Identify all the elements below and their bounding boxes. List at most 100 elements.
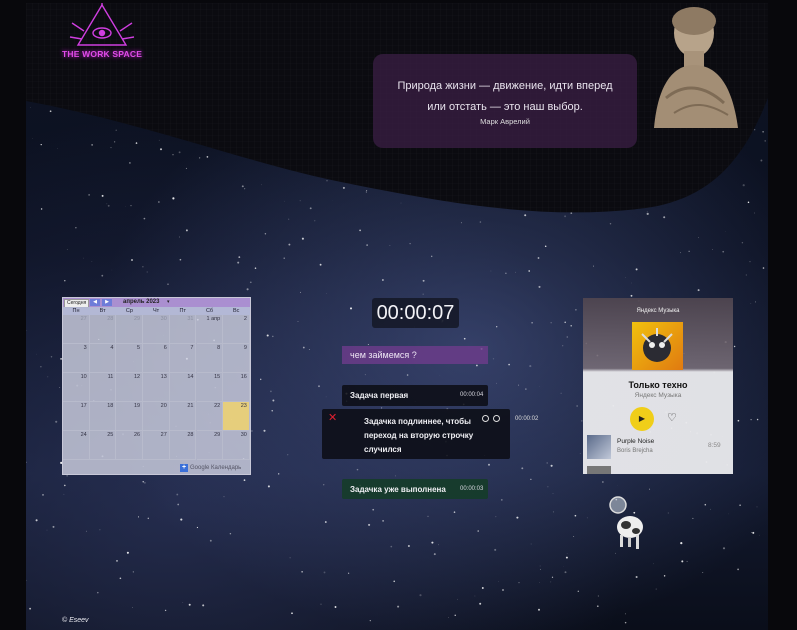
calendar-day-cell[interactable]: 13 <box>143 373 170 402</box>
calendar-day-cell[interactable]: 18 <box>89 402 117 431</box>
new-task-input[interactable] <box>342 346 488 364</box>
delete-task-icon[interactable]: ✕ <box>328 413 337 424</box>
star <box>518 581 520 584</box>
star <box>564 321 566 324</box>
star <box>570 324 572 327</box>
calendar-day-cell[interactable]: 21 <box>169 402 197 431</box>
star <box>756 418 759 421</box>
star <box>756 506 758 508</box>
star <box>574 514 577 517</box>
star <box>505 272 507 274</box>
calendar-day-cell[interactable]: 7 <box>169 344 197 373</box>
calendar-day-cell[interactable]: 30 <box>143 315 170 344</box>
star <box>63 493 65 495</box>
star <box>419 594 422 597</box>
calendar-day-cell[interactable]: 28 <box>169 431 197 460</box>
calendar-day-cell[interactable]: 3 <box>63 344 90 373</box>
clock-icon[interactable] <box>482 415 489 422</box>
calendar-day-cell[interactable]: 22 <box>196 402 224 431</box>
calendar-day-cell[interactable]: 9 <box>223 344 250 373</box>
calendar-day-cell[interactable]: 16 <box>223 373 250 402</box>
calendar-day-cell[interactable]: 19 <box>116 402 144 431</box>
calendar-day-cell[interactable]: 27 <box>63 315 90 344</box>
star <box>359 229 361 232</box>
calendar-day-cell[interactable]: 14 <box>169 373 197 402</box>
calendar-month-dropdown-icon[interactable]: ▾ <box>167 298 170 307</box>
star <box>579 453 581 454</box>
calendar-day-cell[interactable]: 29 <box>116 315 144 344</box>
play-icon[interactable]: ▶ <box>630 407 654 431</box>
calendar-day-number: 2 <box>243 316 247 322</box>
star <box>728 513 729 515</box>
calendar-add-icon[interactable]: + <box>180 464 188 472</box>
star <box>137 516 140 518</box>
calendar-day-cell[interactable]: 26 <box>116 431 144 460</box>
calendar-day-cell[interactable]: 15 <box>196 373 224 402</box>
calendar-day-cell[interactable]: 12 <box>116 373 144 402</box>
calendar-day-cell[interactable]: 27 <box>143 431 170 460</box>
star <box>59 387 61 388</box>
star <box>564 571 567 574</box>
star <box>334 606 337 608</box>
calendar-day-cell[interactable]: 28 <box>89 315 117 344</box>
album-cover-image[interactable] <box>632 322 683 370</box>
star <box>302 346 305 349</box>
task-item-expanded[interactable]: ✕ Задачка подлиннее, чтобы переход на вт… <box>322 409 510 459</box>
quote-card: Природа жизни — движение, идти вперед ил… <box>373 54 637 148</box>
calendar-day-cell[interactable]: 2 <box>223 315 250 344</box>
star <box>229 532 232 535</box>
track-cover-image[interactable] <box>587 466 611 474</box>
star <box>142 266 144 268</box>
calendar-day-cell[interactable]: 29 <box>196 431 224 460</box>
star <box>119 577 122 580</box>
star <box>64 279 66 282</box>
star <box>283 257 285 259</box>
calendar-day-cell[interactable]: 30 <box>223 431 250 460</box>
star <box>575 308 577 311</box>
heart-icon[interactable]: ♡ <box>667 411 677 425</box>
calendar-day-cell[interactable]: 24 <box>63 431 90 460</box>
star <box>289 557 291 559</box>
calendar-day-cell[interactable]: 8 <box>196 344 224 373</box>
calendar-day-cell[interactable]: 10 <box>63 373 90 402</box>
calendar-day-number: 30 <box>240 432 247 438</box>
star <box>50 356 53 358</box>
calendar-day-cell[interactable]: 20 <box>143 402 170 431</box>
star <box>47 376 49 378</box>
playlist-title[interactable]: Только техно <box>583 380 733 390</box>
star <box>266 334 269 337</box>
logo-text: THE WORK SPACE <box>62 49 143 59</box>
task-timer: 00:00:04 <box>460 392 484 398</box>
calendar-weekday: Вт <box>99 308 106 314</box>
star <box>288 243 291 246</box>
calendar-day-cell[interactable]: 23 <box>223 402 250 431</box>
check-icon[interactable] <box>493 415 500 422</box>
star <box>202 604 205 607</box>
task-item[interactable]: Задача первая 00:00:04 <box>342 385 488 406</box>
star <box>602 481 604 483</box>
calendar-day-cell[interactable]: 5 <box>116 344 144 373</box>
calendar-next-icon[interactable]: ▶ <box>102 299 112 306</box>
music-brand[interactable]: Яндекс Музыка <box>583 308 733 314</box>
calendar-day-cell[interactable]: 11 <box>89 373 117 402</box>
workspace-background: THE WORK SPACE Природа жизни — движение,… <box>26 3 768 630</box>
star <box>324 521 327 523</box>
star <box>185 229 188 232</box>
calendar-day-cell[interactable]: 25 <box>89 431 117 460</box>
calendar-day-cell[interactable]: 6 <box>143 344 170 373</box>
workspace-logo[interactable]: THE WORK SPACE <box>62 3 142 71</box>
star <box>393 580 395 583</box>
star <box>35 519 38 522</box>
calendar-prev-icon[interactable]: ◀ <box>90 299 100 306</box>
star <box>287 454 289 456</box>
calendar-day-cell[interactable]: 4 <box>89 344 117 373</box>
track-row[interactable]: Purple Noise Boris Brejcha 8:59 <box>583 434 733 462</box>
calendar-day-cell[interactable]: 1 апр <box>196 315 224 344</box>
star <box>663 575 666 577</box>
star <box>550 322 552 324</box>
star <box>550 464 553 467</box>
calendar-brand[interactable]: Google Календарь <box>190 464 241 472</box>
calendar-day-cell[interactable]: 17 <box>63 402 90 431</box>
calendar-day-cell[interactable]: 31 <box>169 315 197 344</box>
task-item-done[interactable]: Задачка уже выполнена 00:00:03 <box>342 479 488 499</box>
